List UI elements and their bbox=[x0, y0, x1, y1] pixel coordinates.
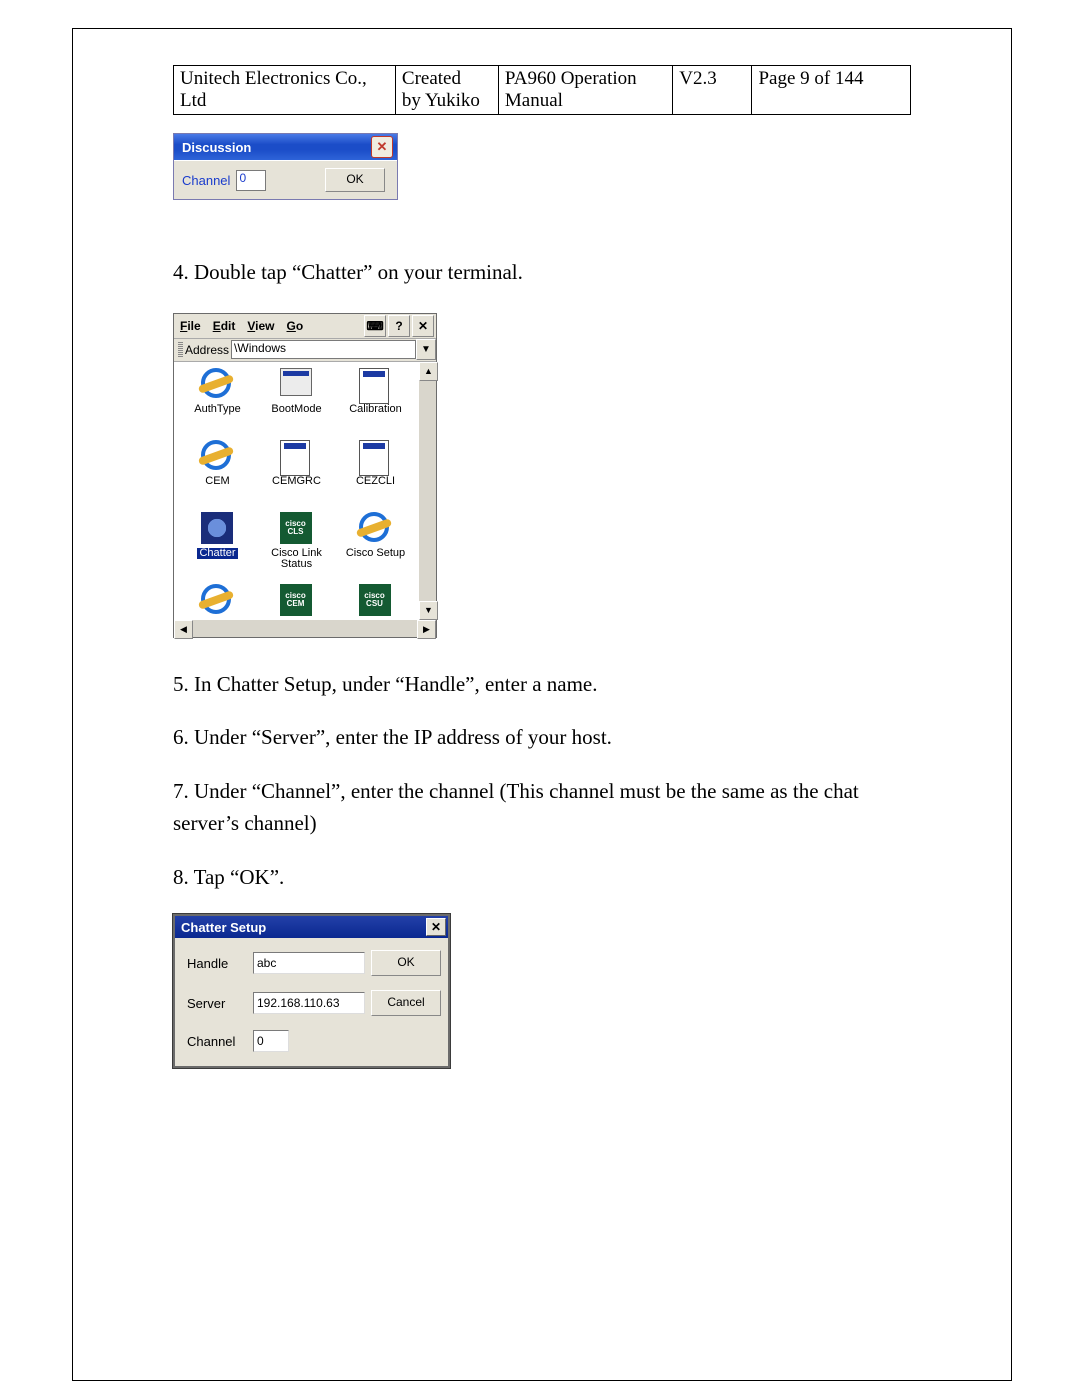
file-icon-authtype[interactable]: AuthType bbox=[178, 368, 257, 438]
step-7-text: 7. Under “Channel”, enter the channel (T… bbox=[173, 775, 911, 840]
chatter-icon bbox=[201, 512, 233, 544]
hdr-page: Page 9 of 144 bbox=[752, 66, 911, 115]
file-icon-row4a[interactable] bbox=[178, 584, 257, 620]
discussion-body: Channel 0 OK bbox=[174, 160, 397, 199]
scroll-down-icon[interactable]: ▼ bbox=[419, 601, 438, 620]
channel-label: Channel bbox=[187, 1034, 247, 1049]
page-icon bbox=[359, 440, 389, 476]
explorer-menubar: File Edit View Go ⌨ ? ✕ bbox=[174, 314, 436, 339]
explorer-address-bar: Address \Windows ▼ bbox=[174, 339, 436, 362]
hdr-version: V2.3 bbox=[673, 66, 752, 115]
scroll-left-icon[interactable]: ◀ bbox=[174, 620, 193, 639]
file-icon-bootmode[interactable]: BootMode bbox=[257, 368, 336, 438]
page-icon bbox=[280, 440, 310, 476]
ie-icon bbox=[201, 584, 231, 614]
icon-label: CEM bbox=[205, 476, 229, 488]
scroll-right-icon[interactable]: ▶ bbox=[417, 620, 436, 639]
file-icon-row4b[interactable]: ciscoCEM bbox=[257, 584, 336, 620]
file-icon-cem[interactable]: CEM bbox=[178, 440, 257, 510]
file-icon-cezcli[interactable]: CEZCLI bbox=[336, 440, 415, 510]
step-5-text: 5. In Chatter Setup, under “Handle”, ent… bbox=[173, 668, 911, 701]
hdr-manual-sub: Manual bbox=[505, 90, 563, 111]
menu-file[interactable]: File bbox=[180, 319, 201, 333]
discussion-channel-input[interactable]: 0 bbox=[236, 170, 266, 191]
toolbar-grip-icon[interactable] bbox=[178, 342, 183, 358]
discussion-titlebar[interactable]: Discussion ✕ bbox=[174, 134, 397, 160]
file-icon-cisco-setup[interactable]: Cisco Setup bbox=[336, 512, 415, 582]
explorer-icon-grid[interactable]: AuthType BootMode Calibration CEM C bbox=[174, 362, 419, 620]
explorer-window: File Edit View Go ⌨ ? ✕ Address \Windows… bbox=[173, 313, 437, 638]
file-icon-calibration[interactable]: Calibration bbox=[336, 368, 415, 438]
explorer-content: AuthType BootMode Calibration CEM C bbox=[174, 362, 436, 620]
ie-icon bbox=[359, 512, 389, 542]
server-label: Server bbox=[187, 996, 247, 1011]
file-icon-chatter[interactable]: Chatter bbox=[178, 512, 257, 582]
chatter-title: Chatter Setup bbox=[181, 920, 266, 935]
document-header-table: Unitech Electronics Co., Ltd Created by … bbox=[173, 65, 911, 115]
icon-label: CEZCLI bbox=[356, 476, 395, 488]
close-icon[interactable]: ✕ bbox=[371, 136, 393, 158]
icon-label: Cisco Link Status bbox=[261, 548, 333, 571]
icon-label: BootMode bbox=[271, 404, 321, 416]
menu-go[interactable]: Go bbox=[287, 319, 304, 333]
icon-label: AuthType bbox=[194, 404, 240, 416]
chatter-setup-dialog: Chatter Setup ✕ Handle abc OK Server 192… bbox=[173, 914, 450, 1068]
hdr-created-label: Created bbox=[402, 68, 461, 89]
horizontal-scrollbar[interactable]: ◀ ▶ bbox=[174, 620, 436, 637]
icon-label: CEMGRC bbox=[272, 476, 321, 488]
keyboard-icon[interactable]: ⌨ bbox=[364, 315, 386, 337]
vertical-scrollbar[interactable]: ▲ ▼ bbox=[419, 362, 436, 620]
file-icon-cisco-link-status[interactable]: ciscoCLS Cisco Link Status bbox=[257, 512, 336, 582]
scroll-up-icon[interactable]: ▲ bbox=[419, 362, 438, 381]
step-6-text: 6. Under “Server”, enter the IP address … bbox=[173, 721, 911, 754]
icon-label: Cisco Setup bbox=[346, 548, 405, 560]
step-4-text: 4. Double tap “Chatter” on your terminal… bbox=[173, 256, 911, 289]
program-icon bbox=[280, 368, 312, 396]
step-8-text: 8. Tap “OK”. bbox=[173, 861, 911, 894]
page-content: Unitech Electronics Co., Ltd Created by … bbox=[72, 28, 1012, 1381]
close-icon[interactable]: ✕ bbox=[412, 315, 434, 337]
menu-edit[interactable]: Edit bbox=[213, 319, 236, 333]
ie-icon bbox=[201, 440, 231, 470]
close-icon[interactable]: ✕ bbox=[426, 918, 446, 936]
hdr-manual-title: PA960 Operation bbox=[505, 68, 637, 89]
cisco-cls-icon: ciscoCLS bbox=[280, 512, 312, 544]
discussion-dialog: Discussion ✕ Channel 0 OK bbox=[173, 133, 398, 200]
chatter-titlebar[interactable]: Chatter Setup ✕ bbox=[175, 916, 448, 938]
icon-label: Calibration bbox=[349, 404, 402, 416]
address-input[interactable]: \Windows bbox=[231, 340, 416, 359]
page-icon bbox=[359, 368, 389, 404]
hdr-company: Unitech Electronics Co., Ltd bbox=[174, 66, 396, 115]
scroll-track[interactable] bbox=[419, 381, 436, 601]
handle-input[interactable]: abc bbox=[253, 952, 365, 974]
address-dropdown-icon[interactable]: ▼ bbox=[416, 339, 436, 360]
file-icon-cemgrc[interactable]: CEMGRC bbox=[257, 440, 336, 510]
discussion-ok-button[interactable]: OK bbox=[325, 168, 385, 192]
scroll-track[interactable] bbox=[193, 620, 417, 637]
icon-label-selected: Chatter bbox=[197, 548, 237, 560]
channel-input[interactable]: 0 bbox=[253, 1030, 289, 1052]
cancel-button[interactable]: Cancel bbox=[371, 990, 441, 1016]
handle-label: Handle bbox=[187, 956, 247, 971]
cisco-cem-icon: ciscoCEM bbox=[280, 584, 312, 616]
discussion-channel-label: Channel bbox=[182, 173, 230, 188]
chatter-body: Handle abc OK Server 192.168.110.63 Canc… bbox=[175, 938, 448, 1066]
cisco-csu-icon: ciscoCSU bbox=[359, 584, 391, 616]
hdr-created: Created by Yukiko bbox=[395, 66, 498, 115]
menu-view[interactable]: View bbox=[247, 319, 274, 333]
file-icon-row4c[interactable]: ciscoCSU bbox=[336, 584, 415, 620]
ok-button[interactable]: OK bbox=[371, 950, 441, 976]
address-label: Address bbox=[185, 343, 229, 357]
discussion-title: Discussion bbox=[182, 140, 251, 155]
ie-icon bbox=[201, 368, 231, 398]
hdr-manual: PA960 Operation Manual bbox=[498, 66, 672, 115]
server-input[interactable]: 192.168.110.63 bbox=[253, 992, 365, 1014]
hdr-created-by: by Yukiko bbox=[402, 90, 480, 111]
help-icon[interactable]: ? bbox=[388, 315, 410, 337]
